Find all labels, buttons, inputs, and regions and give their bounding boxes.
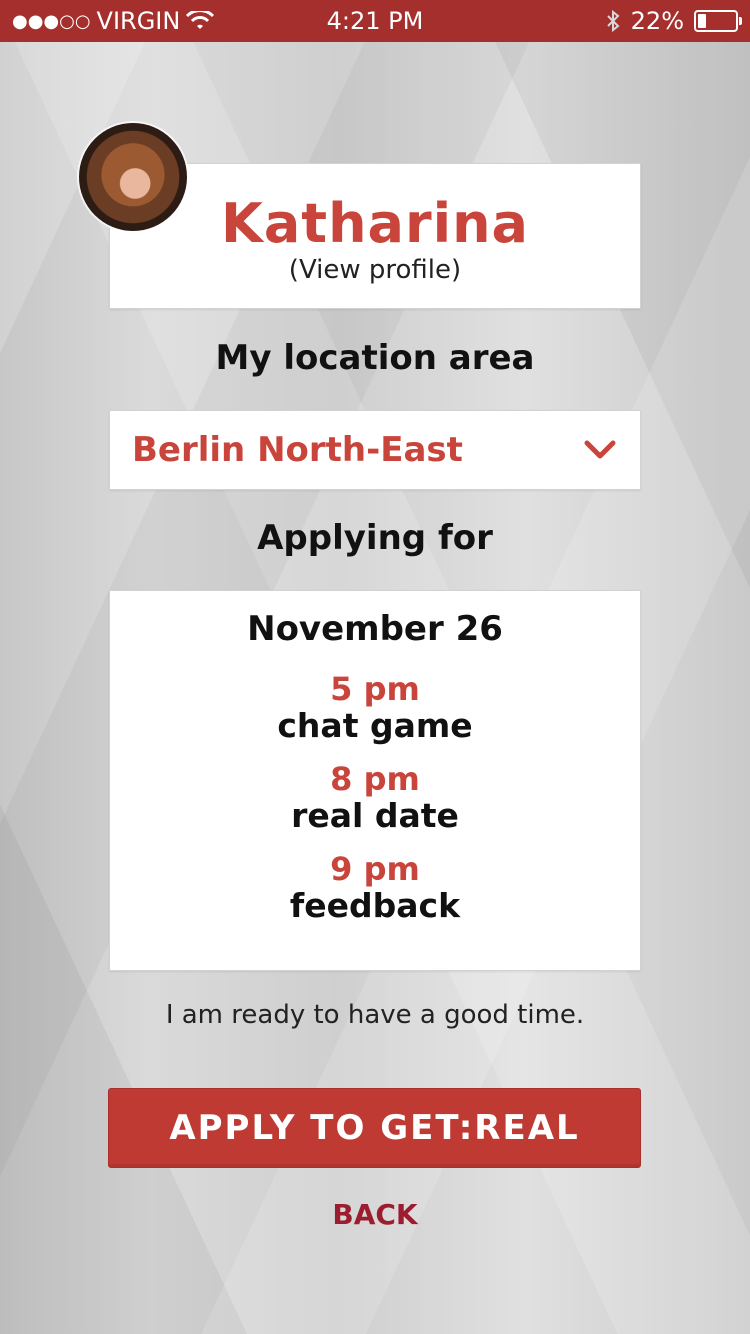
tagline: I am ready to have a good time. xyxy=(165,1000,585,1030)
chevron-down-icon xyxy=(584,440,616,459)
slot-event: real date xyxy=(291,796,459,835)
view-profile-link[interactable]: (View profile) xyxy=(110,255,640,285)
location-label: My location area xyxy=(215,338,535,378)
location-selected-value: Berlin North-East xyxy=(132,430,463,470)
avatar[interactable] xyxy=(79,123,187,231)
slot-event: feedback xyxy=(289,886,461,925)
profile-card[interactable]: Katharina (View profile) xyxy=(109,163,641,309)
apply-button[interactable]: APPLY TO GET:REAL xyxy=(108,1088,641,1168)
schedule-slot: 5 pm chat game xyxy=(110,671,640,745)
status-right: 22% xyxy=(605,7,742,35)
slot-time: 8 pm xyxy=(330,760,420,798)
battery-fill xyxy=(698,14,706,28)
schedule-slot: 9 pm feedback xyxy=(110,851,640,925)
schedule-card: November 26 5 pm chat game 8 pm real dat… xyxy=(109,590,641,971)
slot-event: chat game xyxy=(277,706,473,745)
back-link[interactable]: BACK xyxy=(0,1198,750,1231)
schedule-date: November 26 xyxy=(247,609,503,649)
status-bar: ●●●○○ VIRGIN 4:21 PM 22% xyxy=(0,0,750,42)
location-dropdown[interactable]: Berlin North-East xyxy=(109,410,641,490)
slot-time: 5 pm xyxy=(330,670,420,708)
bluetooth-icon xyxy=(606,9,620,33)
applying-for-label: Applying for xyxy=(257,518,493,558)
slot-time: 9 pm xyxy=(330,850,420,888)
profile-name: Katharina xyxy=(220,192,529,255)
battery-icon xyxy=(694,10,742,32)
battery-percent: 22% xyxy=(630,7,684,35)
schedule-slot: 8 pm real date xyxy=(110,761,640,835)
